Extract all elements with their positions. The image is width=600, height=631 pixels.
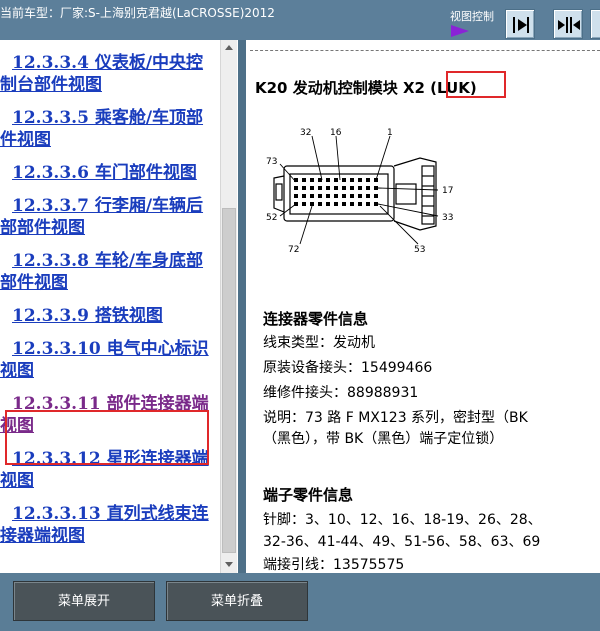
pin-label: 73 [266, 157, 277, 167]
connector-info-line: 线束类型：发动机 [263, 335, 375, 351]
navigation-panel: 12.3.3.4 仪表板/中央控制台部件视图 12.3.3.5 乘客舱/车顶部件… [0, 40, 238, 573]
pin-label: 72 [288, 245, 299, 255]
connector-info-line: 原装设备接头：15499466 [263, 360, 433, 376]
module-title: K20 发动机控制模块 X2 (LUK) [255, 79, 477, 97]
pin-label: 53 [414, 245, 425, 255]
nav-item-12-3-3-7[interactable]: 12.3.3.7 行李厢/车辆后部部件视图 [0, 195, 220, 239]
panel-right-arrow-icon [513, 17, 529, 33]
terminal-info-line: 针脚：3、10、12、16、18-19、26、28、 [263, 512, 542, 528]
nav-item-12-3-3-5[interactable]: 12.3.3.5 乘客舱/车顶部件视图 [0, 107, 220, 151]
terminal-info-line: 端接引线：13575575 [263, 557, 405, 573]
split-view-button[interactable] [553, 9, 583, 39]
terminal-info-line: 32-36、41-44、49、51-56、58、63、69 [263, 534, 541, 550]
collapse-content-button[interactable] [590, 9, 600, 39]
connector-diagram: 32 16 1 73 17 52 33 72 53 [266, 128, 453, 255]
nav-item-12-3-3-9[interactable]: 12.3.3.9 搭铁视图 [0, 305, 220, 327]
nav-list: 12.3.3.4 仪表板/中央控制台部件视图 12.3.3.5 乘客舱/车顶部件… [0, 52, 220, 558]
menu-expand-button[interactable]: 菜单展开 [13, 581, 155, 621]
terminal-info-title: 端子零件信息 [263, 486, 354, 504]
view-control-label: 视图控制 [450, 10, 494, 23]
scroll-down-icon[interactable] [221, 556, 237, 572]
pin-label: 17 [442, 186, 453, 196]
luk-highlight-box [446, 71, 506, 98]
connector-info-line: 说明：73 路 F MX123 系列，密封型（BK [263, 410, 528, 426]
connector-info-line: （黑色），带 BK（黑色）端子定位锁） [263, 431, 504, 447]
connector-info-line: 维修件接头：88988931 [263, 385, 419, 401]
content-panel: K20 发动机控制模块 X2 (LUK) 32 16 1 73 17 52 33… [246, 40, 600, 573]
scroll-up-icon[interactable] [221, 40, 237, 56]
bottom-toolbar: 菜单展开 菜单折叠 [0, 573, 600, 631]
nav-scrollbar[interactable] [220, 40, 237, 573]
nav-item-12-3-3-8[interactable]: 12.3.3.8 车轮/车身底部部件视图 [0, 250, 220, 294]
expand-content-button[interactable] [505, 9, 535, 39]
pin-label: 16 [330, 128, 342, 138]
pin-label: 1 [387, 128, 393, 138]
pin-label: 33 [442, 213, 453, 223]
pin-label: 52 [266, 213, 277, 223]
selected-item-highlight [5, 410, 209, 465]
nav-item-12-3-3-4[interactable]: 12.3.3.4 仪表板/中央控制台部件视图 [0, 52, 220, 96]
header-bar: 当前车型：厂家:S-上海别克君越(LaCROSSE)2012 视图控制 [0, 0, 600, 40]
connector-info-title: 连接器零件信息 [263, 310, 369, 328]
content-top-border [250, 50, 600, 51]
menu-collapse-button[interactable]: 菜单折叠 [166, 581, 308, 621]
scroll-thumb[interactable] [222, 208, 236, 553]
view-control-arrow-icon [451, 25, 469, 37]
current-vehicle-label: 当前车型：厂家:S-上海别克君越(LaCROSSE)2012 [0, 6, 275, 20]
nav-item-12-3-3-6[interactable]: 12.3.3.6 车门部件视图 [0, 162, 220, 184]
split-arrows-icon [558, 17, 580, 33]
panel-divider[interactable] [238, 40, 246, 573]
pin-label: 32 [300, 128, 311, 138]
nav-item-12-3-3-13[interactable]: 12.3.3.13 直列式线束连接器端视图 [0, 503, 220, 547]
nav-item-12-3-3-10[interactable]: 12.3.3.10 电气中心标识视图 [0, 338, 220, 382]
